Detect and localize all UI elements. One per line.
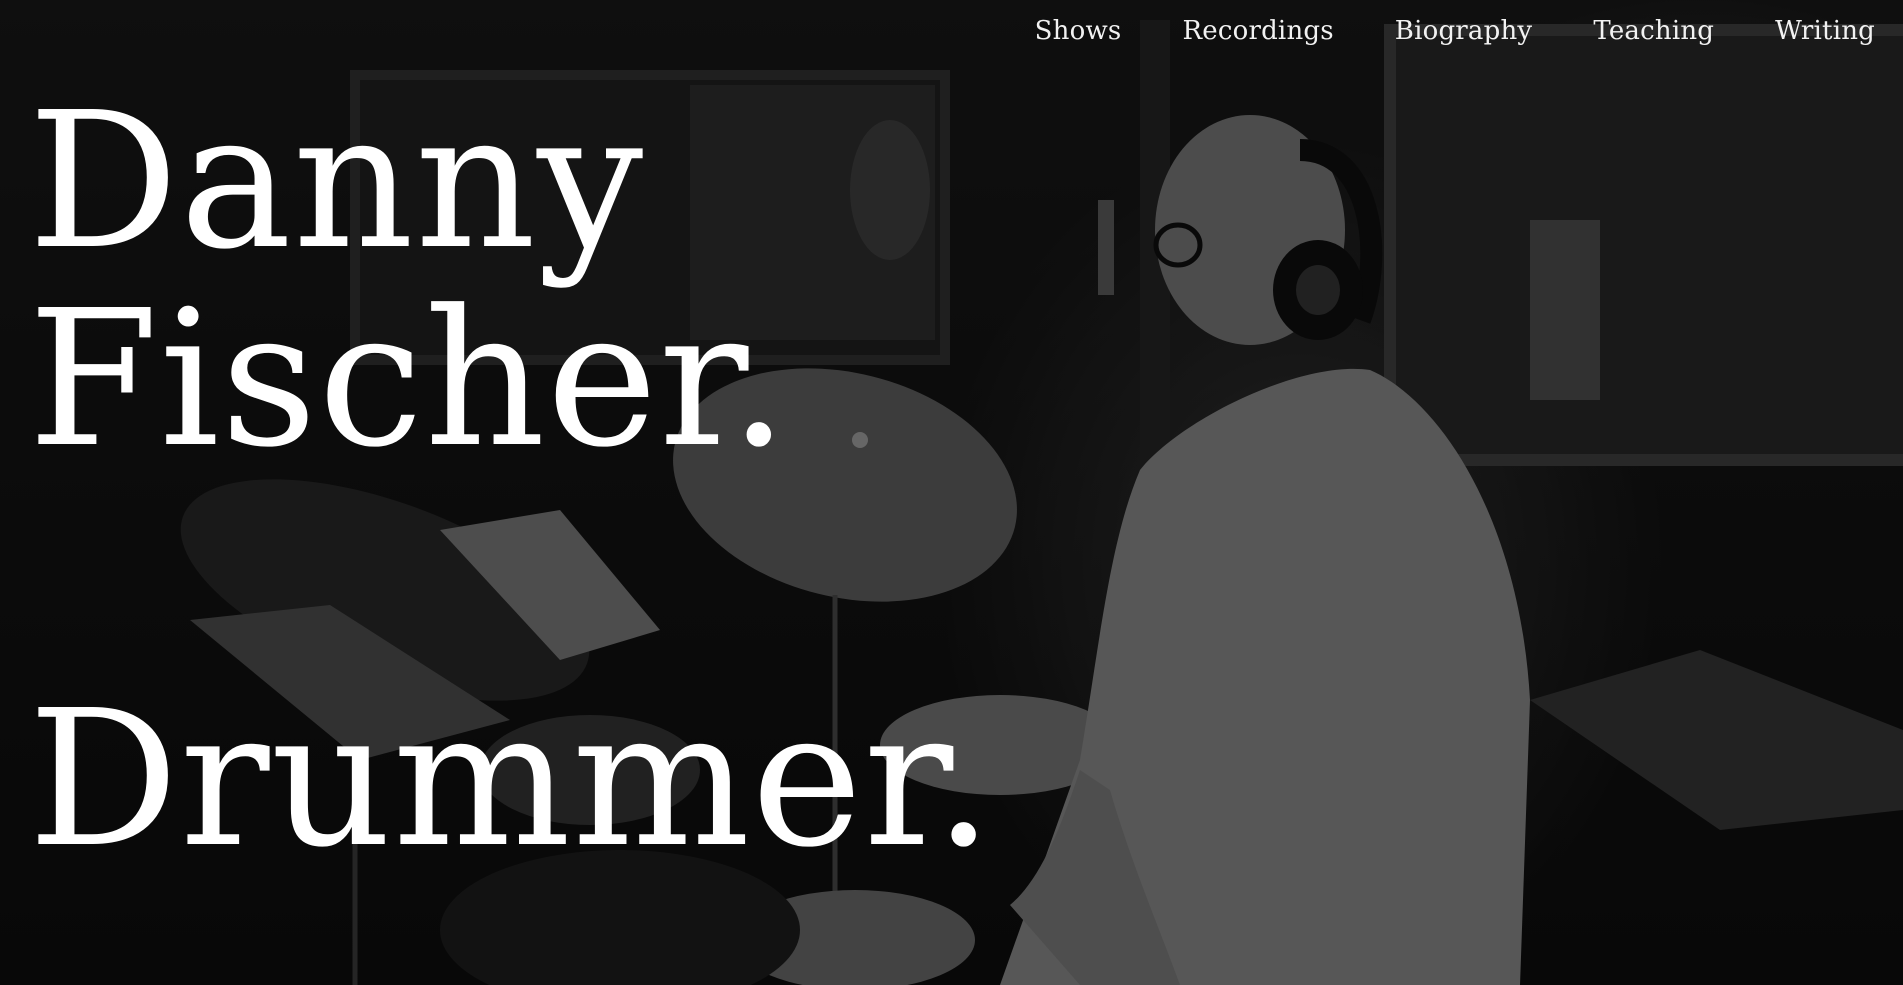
nav-item-biography[interactable]: Biography [1395,16,1533,46]
hero-role-title: Drummer. [28,670,995,889]
hero-name-last: Fischer. [28,270,790,489]
nav-item-recordings[interactable]: Recordings [1182,16,1333,46]
nav-item-teaching[interactable]: Teaching [1593,16,1714,46]
main-navigation: Shows Recordings Biography Teaching Writ… [1035,16,1875,46]
hero-section: Shows Recordings Biography Teaching Writ… [0,0,1903,985]
nav-item-shows[interactable]: Shows [1035,16,1122,46]
nav-item-writing[interactable]: Writing [1775,16,1875,46]
hero-name-first: Danny [28,72,645,291]
